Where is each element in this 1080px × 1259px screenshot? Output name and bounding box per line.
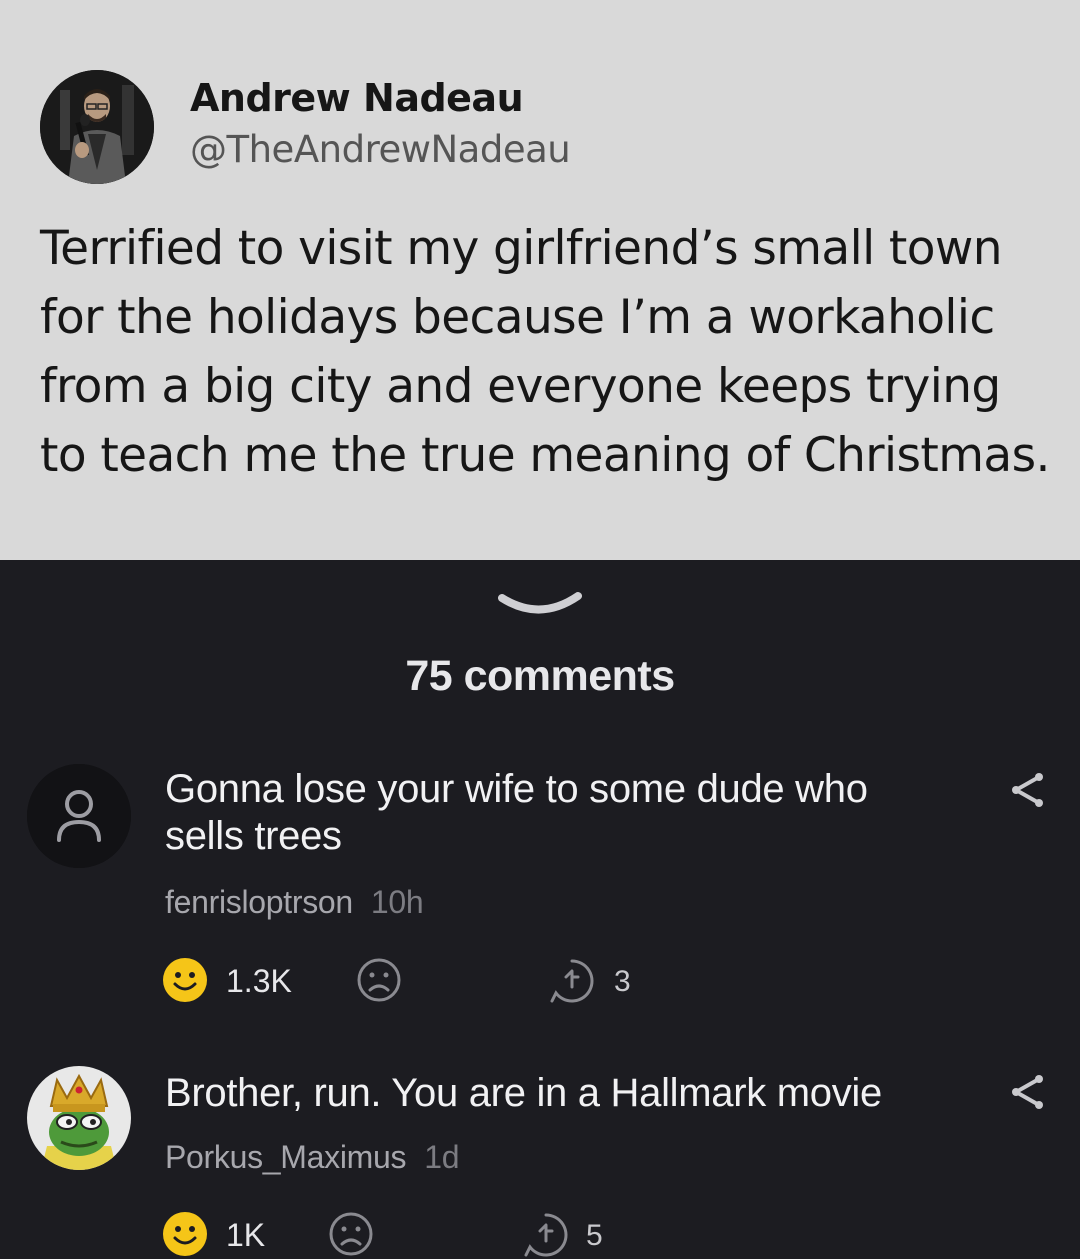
tweet-author-handle: @TheAndrewNadeau (190, 128, 571, 171)
comment-text: Brother, run. You are in a Hallmark movi… (165, 1071, 882, 1115)
smiley-like-icon[interactable] (162, 957, 208, 1003)
reply-icon[interactable] (522, 1211, 570, 1259)
comment-time: 1d (424, 1139, 460, 1175)
avatar[interactable] (27, 764, 131, 868)
comment-text: Gonna lose your wife to some dude who se… (165, 767, 868, 858)
comment-actions: 1.3K 3 (162, 957, 662, 1007)
comment-username[interactable]: Porkus_Maximus (165, 1139, 407, 1175)
reply-count: 5 (586, 1219, 603, 1252)
tweet-text: Terrified to visit my girlfriend’s small… (40, 221, 1050, 483)
avatar[interactable] (27, 1066, 131, 1170)
frown-dislike-icon[interactable] (328, 1211, 374, 1257)
frog-king-avatar-icon (27, 1066, 131, 1170)
comments-count-heading: 75 comments (405, 652, 675, 700)
reply-count: 3 (614, 965, 631, 998)
comment-meta: fenrisloptrson 10h (165, 884, 424, 921)
smiley-like-icon[interactable] (162, 1211, 208, 1257)
comment-username[interactable]: fenrisloptrson (165, 884, 353, 920)
like-count: 1K (226, 1217, 266, 1253)
reply-icon[interactable] (548, 957, 596, 1005)
tweet-author-name: Andrew Nadeau (190, 76, 524, 120)
tweet-author-avatar (40, 70, 154, 184)
chevron-down-icon[interactable] (496, 588, 584, 622)
default-user-icon (27, 764, 131, 868)
share-icon[interactable] (1008, 770, 1048, 810)
like-count: 1.3K (226, 963, 292, 999)
tweet-card: Andrew Nadeau @TheAndrewNadeau Terrified… (0, 0, 1080, 560)
comment-meta: Porkus_Maximus 1d (165, 1139, 460, 1176)
comment-time: 10h (370, 884, 424, 920)
frown-dislike-icon[interactable] (356, 957, 402, 1003)
comment-actions: 1K 5 (162, 1211, 622, 1259)
share-icon[interactable] (1008, 1072, 1048, 1112)
